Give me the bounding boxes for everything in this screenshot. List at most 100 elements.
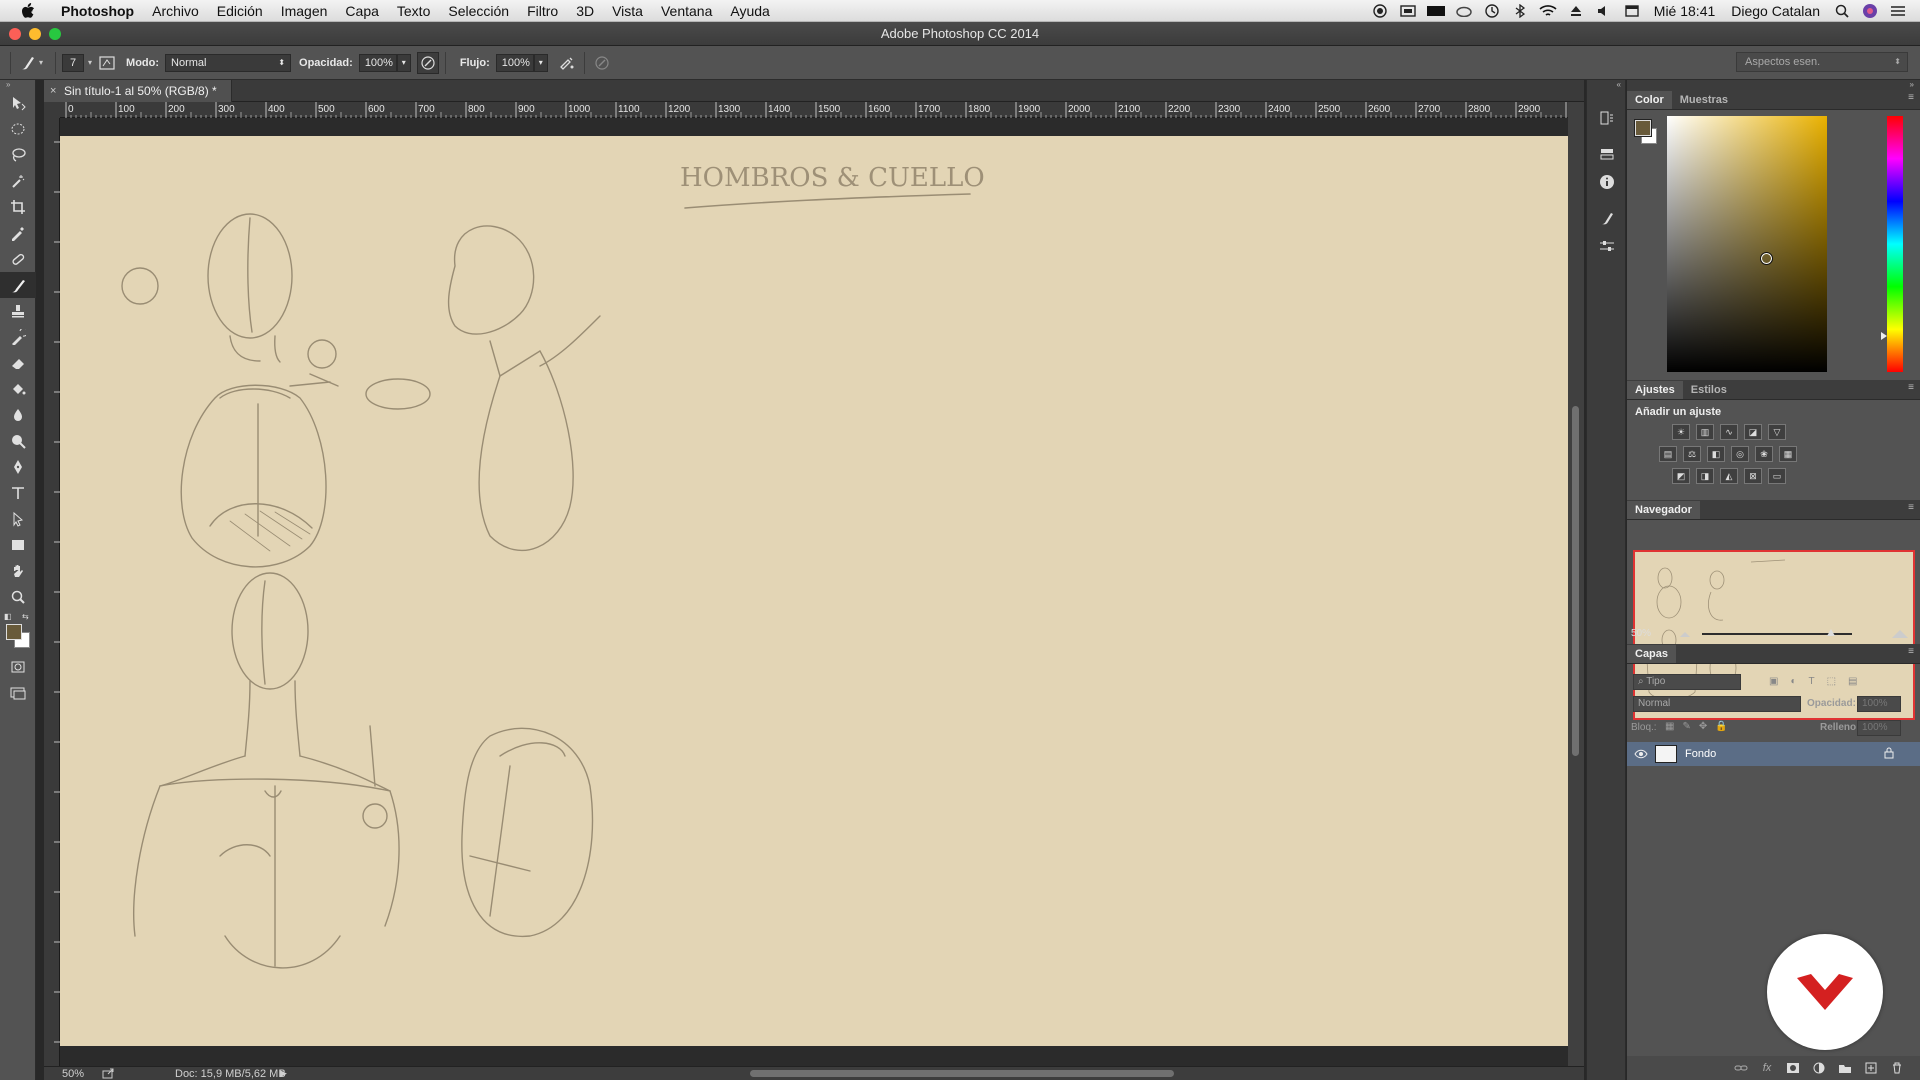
- properties-panel-icon[interactable]: [1587, 140, 1627, 168]
- screen-icon[interactable]: [1398, 3, 1418, 19]
- tab-navigator[interactable]: Navegador: [1627, 501, 1700, 519]
- wifi-icon[interactable]: [1538, 3, 1558, 19]
- vertical-scrollbar-thumb[interactable]: [1572, 406, 1579, 756]
- delete-layer-icon[interactable]: [1890, 1062, 1904, 1074]
- opacity-input[interactable]: 100%: [358, 53, 397, 72]
- photo-filter-icon[interactable]: ◎: [1731, 446, 1749, 462]
- panel-foreground-swatch[interactable]: [1634, 119, 1652, 137]
- status-menu-arrow-icon[interactable]: ▶: [280, 1068, 287, 1079]
- close-document-icon[interactable]: ×: [50, 80, 56, 102]
- history-brush-tool-icon[interactable]: [0, 324, 36, 350]
- brush-preset-icon[interactable]: [17, 52, 39, 74]
- brush-size-picker[interactable]: 7: [62, 53, 85, 72]
- paint-bucket-tool-icon[interactable]: [0, 376, 36, 402]
- menu-vista[interactable]: Vista: [603, 0, 652, 22]
- zoom-in-icon[interactable]: [1891, 627, 1909, 642]
- zoom-out-icon[interactable]: [1679, 628, 1691, 641]
- bluetooth-icon[interactable]: [1510, 3, 1530, 19]
- new-group-icon[interactable]: [1838, 1062, 1852, 1074]
- document-tab[interactable]: × Sin título-1 al 50% (RGB/8) *: [44, 80, 232, 102]
- color-field-cursor[interactable]: [1760, 252, 1773, 265]
- vertical-scrollbar[interactable]: [1568, 102, 1584, 1066]
- menu-app-name[interactable]: Photoshop: [52, 0, 143, 22]
- layer-filter-select[interactable]: ⌕ Tipo: [1633, 674, 1741, 690]
- threshold-icon[interactable]: ◭: [1720, 468, 1738, 484]
- type-tool-icon[interactable]: [0, 480, 36, 506]
- add-mask-icon[interactable]: [1786, 1062, 1800, 1074]
- menu-ayuda[interactable]: Ayuda: [721, 0, 778, 22]
- tab-swatches[interactable]: Muestras: [1672, 91, 1736, 109]
- workspace-select[interactable]: Aspectos esen. ⬍: [1736, 52, 1908, 72]
- new-layer-icon[interactable]: [1864, 1062, 1878, 1074]
- eject-icon[interactable]: [1566, 3, 1586, 19]
- link-layers-icon[interactable]: [1734, 1062, 1748, 1074]
- brush-panel-toggle-icon[interactable]: [96, 52, 118, 74]
- brush-preset-arrow-icon[interactable]: ▾: [39, 58, 43, 67]
- layer-name[interactable]: Fondo: [1685, 748, 1716, 760]
- quick-mask-icon[interactable]: [0, 654, 36, 680]
- brush-presets-panel-icon[interactable]: [1587, 232, 1627, 260]
- hue-saturation-icon[interactable]: ▤: [1659, 446, 1677, 462]
- brush-panel-icon[interactable]: [1587, 204, 1627, 232]
- creative-cloud-icon[interactable]: [1454, 3, 1474, 19]
- status-zoom[interactable]: 50%: [62, 1067, 84, 1080]
- layer-blend-select[interactable]: Normal: [1633, 696, 1801, 712]
- layer-effects-icon[interactable]: fx: [1760, 1062, 1774, 1074]
- menubar-user[interactable]: Diego Catalan: [1727, 3, 1824, 19]
- new-adjustment-layer-icon[interactable]: [1812, 1062, 1826, 1074]
- menu-seleccion[interactable]: Selección: [439, 0, 518, 22]
- navigator-panel-menu-icon[interactable]: ≡: [1908, 502, 1914, 513]
- layers-panel-menu-icon[interactable]: ≡: [1908, 646, 1914, 657]
- hue-slider[interactable]: [1887, 116, 1903, 372]
- tab-adjustments[interactable]: Ajustes: [1627, 381, 1683, 399]
- eraser-tool-icon[interactable]: [0, 350, 36, 376]
- healing-brush-tool-icon[interactable]: [0, 246, 36, 272]
- saturation-brightness-field[interactable]: [1667, 116, 1827, 372]
- menu-texto[interactable]: Texto: [388, 0, 439, 22]
- vertical-ruler[interactable]: [44, 118, 60, 1066]
- screen-mode-icon[interactable]: [0, 680, 36, 706]
- layer-lock-icon[interactable]: [1884, 747, 1894, 762]
- share-icon[interactable]: [102, 1068, 114, 1080]
- navigator-zoom-knob[interactable]: [1827, 629, 1835, 636]
- menu-3d[interactable]: 3D: [567, 0, 603, 22]
- brush-size-arrow-icon[interactable]: ▾: [88, 58, 92, 67]
- menu-edicion[interactable]: Edición: [208, 0, 272, 22]
- spotlight-search-icon[interactable]: [1832, 3, 1852, 19]
- crop-tool-icon[interactable]: [0, 194, 36, 220]
- gradient-map-icon[interactable]: ▭: [1768, 468, 1786, 484]
- rectangle-tool-icon[interactable]: [0, 532, 36, 558]
- pasteboard[interactable]: HOMBROS & CUELLO: [60, 118, 1568, 1066]
- foreground-color-swatch[interactable]: [6, 624, 22, 640]
- channel-mixer-icon[interactable]: ❀: [1755, 446, 1773, 462]
- brush-tool-icon[interactable]: [0, 272, 36, 298]
- exposure-icon[interactable]: ◪: [1744, 424, 1762, 440]
- battery-menu-icon[interactable]: [1426, 3, 1446, 19]
- marquee-tool-icon[interactable]: [0, 116, 36, 142]
- curves-icon[interactable]: ∿: [1720, 424, 1738, 440]
- invert-icon[interactable]: ◩: [1672, 468, 1690, 484]
- navigator-zoom-slider[interactable]: [1702, 629, 1852, 636]
- flow-slider-toggle-icon[interactable]: ▾: [533, 53, 548, 72]
- volume-icon[interactable]: [1594, 3, 1614, 19]
- tab-styles[interactable]: Estilos: [1683, 381, 1735, 399]
- horizontal-ruler[interactable]: 0 100 200 300 400 500 600 700 800 900 1000 1100 1200…: [60, 102, 1574, 118]
- tools-collapse-icon[interactable]: »: [0, 80, 35, 90]
- color-balance-icon[interactable]: ⚖: [1683, 446, 1701, 462]
- selective-color-icon[interactable]: ⊠: [1744, 468, 1762, 484]
- panels-collapse-icon[interactable]: »: [1627, 80, 1920, 90]
- quick-selection-tool-icon[interactable]: [0, 168, 36, 194]
- eyedropper-tool-icon[interactable]: [0, 220, 36, 246]
- hand-tool-icon[interactable]: [0, 558, 36, 584]
- navigator-zoom-value[interactable]: 50%: [1631, 626, 1651, 642]
- levels-icon[interactable]: ▥: [1696, 424, 1714, 440]
- tab-layers[interactable]: Capas: [1627, 645, 1677, 663]
- pen-tool-icon[interactable]: [0, 454, 36, 480]
- color-lookup-icon[interactable]: ▦: [1779, 446, 1797, 462]
- default-colors-icon[interactable]: ◧: [4, 612, 12, 621]
- menu-imagen[interactable]: Imagen: [272, 0, 337, 22]
- posterize-icon[interactable]: ◨: [1696, 468, 1714, 484]
- menubar-clock[interactable]: Mié 18:41: [1650, 3, 1719, 19]
- vibrance-icon[interactable]: ▽: [1768, 424, 1786, 440]
- lasso-tool-icon[interactable]: [0, 142, 36, 168]
